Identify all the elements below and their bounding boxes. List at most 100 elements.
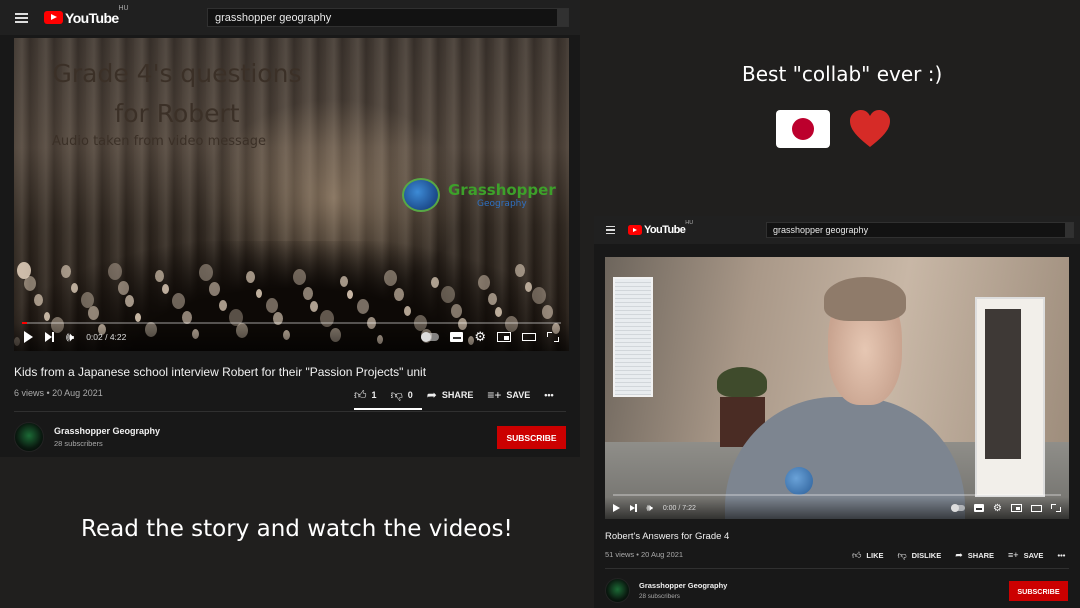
like-button[interactable]: 👍︎ LIKE: [852, 550, 884, 561]
channel-subscribers: 28 subscribers: [54, 439, 103, 448]
share-button[interactable]: ➦ SHARE: [955, 550, 994, 561]
progress-bar[interactable]: [22, 322, 561, 324]
video-player[interactable]: Grade 4's questions for Robert Audio tak…: [14, 38, 569, 351]
crowd-figure: [135, 313, 141, 322]
search-button[interactable]: [1065, 223, 1073, 237]
thumbs-down-icon: 👎︎: [897, 549, 907, 560]
crowd-figure: [394, 288, 404, 301]
video-player[interactable]: 🕪 0:00 / 7:22 ⚙: [605, 257, 1069, 519]
collab-caption: Best "collab" ever :): [742, 62, 943, 86]
red-heart-icon: [850, 110, 890, 147]
person-hair: [824, 277, 906, 321]
player-controls: 🕪 0:02 / 4:22 ⚙: [14, 322, 569, 351]
crowd-figure: [515, 264, 525, 277]
subtitles-icon[interactable]: [450, 332, 464, 342]
channel-info[interactable]: Grasshopper Geography 28 subscribers: [14, 422, 160, 452]
autoplay-toggle[interactable]: [951, 504, 966, 512]
subscribe-button[interactable]: SUBSCRIBE: [497, 426, 566, 449]
progress-bar[interactable]: [613, 494, 1061, 496]
volume-icon[interactable]: 🕪: [647, 503, 653, 514]
thumbnail-title: Grade 4's questions for Robert: [32, 54, 322, 134]
like-count: 1: [371, 390, 377, 400]
volume-icon[interactable]: 🕪: [66, 329, 74, 345]
miniplayer-icon[interactable]: [497, 332, 511, 342]
like-label: LIKE: [866, 550, 884, 560]
share-label: SHARE: [967, 550, 995, 560]
hamburger-menu-icon[interactable]: [606, 226, 615, 234]
channel-name[interactable]: Grasshopper Geography: [639, 581, 727, 590]
search-button[interactable]: [557, 9, 568, 26]
thumbnail-subtitle: Audio taken from video message: [52, 134, 267, 149]
time-display: 0:00 / 7:22: [662, 504, 696, 512]
settings-gear-icon[interactable]: ⚙: [993, 503, 1002, 514]
crowd-figure: [199, 264, 213, 281]
miniplayer-icon[interactable]: [1011, 504, 1022, 512]
crowd-figure: [219, 300, 227, 311]
crowd-figure: [172, 293, 185, 309]
window-blinds: [613, 277, 653, 397]
controls-right: ⚙: [410, 329, 559, 345]
hamburger-menu-icon[interactable]: [15, 12, 28, 23]
subtitles-icon[interactable]: [974, 504, 985, 512]
player-controls: 🕪 0:00 / 7:22 ⚙: [605, 494, 1069, 519]
dislike-button[interactable]: 👎︎ DISLIKE: [898, 550, 942, 561]
channel-info[interactable]: Grasshopper Geography 28 subscribers: [605, 578, 727, 603]
masthead: YouTube HU grasshopper geography: [0, 0, 580, 35]
theater-mode-icon[interactable]: [522, 333, 536, 341]
settings-gear-icon[interactable]: ⚙: [474, 329, 486, 345]
save-label: SAVE: [1023, 550, 1044, 560]
youtube-play-logo-icon: [44, 11, 63, 24]
more-actions-button[interactable]: •••: [544, 390, 553, 400]
thumbs-up-icon: 👍︎: [852, 549, 862, 560]
crowd-figure: [209, 282, 220, 296]
channel-avatar[interactable]: [14, 422, 44, 452]
time-display: 0:02 / 4:22: [86, 332, 127, 342]
fullscreen-icon[interactable]: [547, 332, 559, 342]
logo-country-code: HU: [118, 4, 129, 12]
crowd-figure: [155, 270, 164, 282]
crowd-figure: [108, 263, 122, 280]
crowd-figure: [340, 276, 348, 287]
save-button[interactable]: ≡+ SAVE: [487, 388, 530, 402]
masthead: YouTube HU grasshopper geography: [594, 216, 1080, 244]
channel-subscribers: 28 subscribers: [639, 593, 680, 600]
search-input[interactable]: grasshopper geography: [766, 222, 1074, 238]
crowd-figure: [44, 312, 50, 321]
dislike-button[interactable]: 👎︎ 0: [391, 388, 413, 403]
youtube-logo[interactable]: YouTube HU: [628, 220, 693, 236]
crowd-figure: [542, 305, 553, 319]
grasshopper-logo: Grasshopper Geography: [402, 178, 556, 212]
share-button[interactable]: ➦ SHARE: [427, 388, 474, 402]
play-icon[interactable]: [24, 331, 33, 343]
crowd-figure: [310, 301, 318, 312]
theater-mode-icon[interactable]: [1031, 504, 1042, 512]
fullscreen-icon[interactable]: [1051, 504, 1061, 512]
more-actions-button[interactable]: •••: [1057, 551, 1065, 560]
video-meta: 6 views • 20 Aug 2021: [14, 388, 103, 398]
crowd-figure: [303, 287, 313, 300]
share-label: SHARE: [441, 390, 474, 400]
channel-avatar[interactable]: [605, 578, 630, 603]
crowd-figure: [384, 270, 397, 286]
search-input[interactable]: grasshopper geography: [207, 8, 569, 27]
next-icon[interactable]: [45, 332, 54, 342]
crowd-figure: [532, 287, 546, 304]
more-icon: •••: [1057, 550, 1066, 560]
share-arrow-icon: ➦: [426, 388, 437, 402]
play-icon[interactable]: [613, 504, 620, 512]
save-button[interactable]: ≡+ SAVE: [1008, 550, 1043, 560]
room-plant: [717, 367, 767, 397]
subscribe-button[interactable]: SUBSCRIBE: [1009, 581, 1068, 601]
channel-name[interactable]: Grasshopper Geography: [54, 426, 160, 436]
crowd-figure: [162, 284, 169, 294]
next-icon[interactable]: [630, 504, 637, 512]
youtube-logo[interactable]: YouTube HU: [44, 5, 129, 26]
search-value: grasshopper geography: [215, 11, 332, 24]
crowd-figure: [525, 282, 532, 292]
like-button[interactable]: 👍︎ 1: [354, 388, 377, 403]
video-meta: 51 views • 20 Aug 2021: [605, 550, 684, 559]
autoplay-toggle[interactable]: [421, 332, 440, 342]
video-title: Robert's Answers for Grade 4: [605, 531, 730, 542]
crowd-figure: [404, 306, 411, 316]
sentiment-bar: [354, 408, 422, 410]
